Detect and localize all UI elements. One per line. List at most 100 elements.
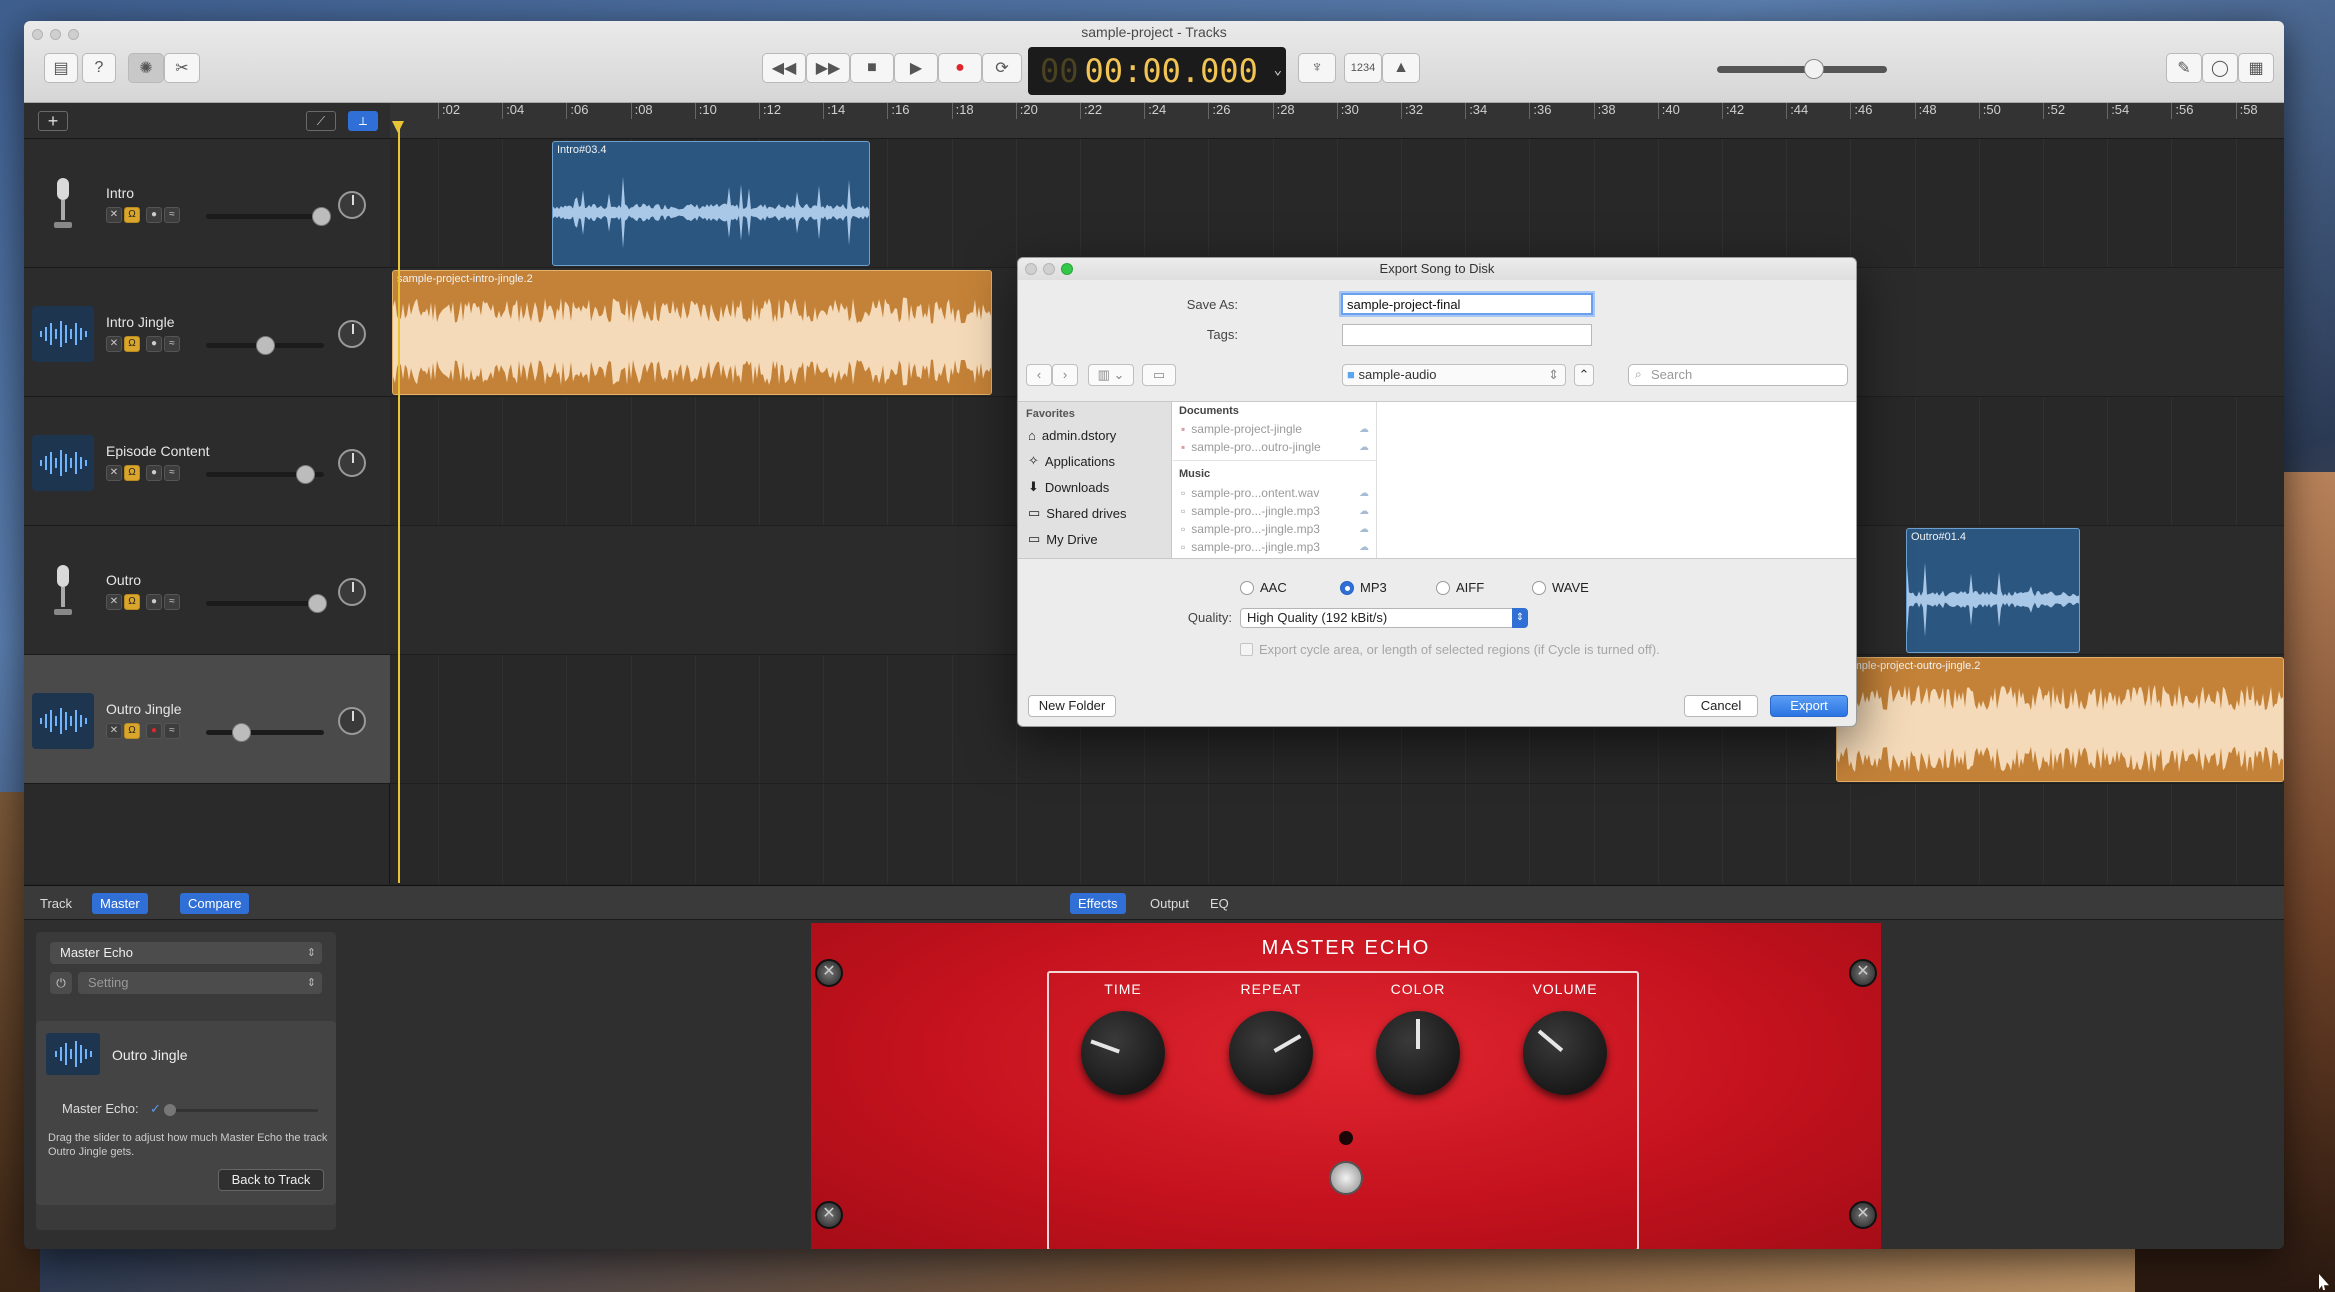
file-item[interactable]: ▫ sample-pro...ontent.wav ☁ — [1181, 486, 1371, 500]
flex-time-button[interactable]: ⟂ — [348, 111, 378, 131]
input-monitor-button[interactable]: ≈ — [164, 594, 180, 610]
tab-output[interactable]: Output — [1142, 893, 1197, 914]
preset-select[interactable]: Master Echo — [50, 942, 322, 964]
format-radio-aac[interactable]: AAC — [1240, 580, 1287, 595]
format-radio-aiff[interactable]: AIFF — [1436, 580, 1484, 595]
sidebar-item-my-drive[interactable]: ▭ My Drive — [1028, 528, 1098, 550]
solo-headphones-button[interactable]: Ω — [124, 594, 140, 610]
tab-track[interactable]: Track — [32, 893, 80, 914]
input-monitor-button[interactable]: ≈ — [164, 336, 180, 352]
play-button[interactable]: ▶ — [894, 53, 938, 83]
sidebar-item-downloads[interactable]: ⬇ Downloads — [1028, 476, 1109, 498]
new-folder-nav-button[interactable]: ▭ — [1142, 364, 1176, 386]
track-volume-slider[interactable] — [206, 601, 324, 606]
metronome-button[interactable]: ▲ — [1382, 53, 1420, 83]
dialog-zoom-button[interactable] — [1061, 263, 1073, 275]
checkmark-icon[interactable]: ✓ — [150, 1101, 161, 1117]
tab-master[interactable]: Master — [92, 893, 148, 914]
library-button[interactable]: ▤ — [44, 53, 78, 83]
export-button[interactable]: Export — [1770, 695, 1848, 717]
search-field[interactable]: Search — [1628, 364, 1848, 386]
setting-select[interactable]: Setting — [78, 972, 322, 994]
track-volume-slider[interactable] — [206, 730, 324, 735]
file-item[interactable]: ▪ sample-pro...outro-jingle ☁ — [1181, 440, 1371, 454]
pan-knob[interactable] — [338, 320, 366, 348]
format-radio-mp3[interactable]: MP3 — [1340, 580, 1387, 595]
solo-headphones-button[interactable]: Ω — [124, 207, 140, 223]
color-knob[interactable] — [1376, 1011, 1460, 1095]
solo-headphones-button[interactable]: Ω — [124, 723, 140, 739]
count-in-button[interactable]: 1234 — [1344, 53, 1382, 83]
tuner-button[interactable]: ♆ — [1298, 53, 1336, 83]
help-button[interactable]: ? — [82, 53, 116, 83]
track-header[interactable]: Outro Jingle ✕ Ω ● ≈ — [24, 655, 390, 784]
smart-controls-button[interactable]: ✺ — [128, 53, 164, 83]
pan-knob[interactable] — [338, 191, 366, 219]
master-volume-slider[interactable] — [1717, 66, 1887, 73]
track-volume-knob[interactable] — [256, 336, 275, 355]
dialog-close-button[interactable] — [1025, 263, 1037, 275]
pan-knob[interactable] — [338, 449, 366, 477]
timeline-ruler[interactable]: :02:04:06:08:10:12:14:16:18:20:22:24:26:… — [390, 103, 2284, 139]
volume-knob[interactable] — [1523, 1011, 1607, 1095]
region-outro-jingle[interactable]: sample-project-outro-jingle.2 — [1836, 657, 2284, 782]
file-item[interactable]: ▫ sample-pro...-jingle.mp3 ☁ — [1181, 522, 1371, 536]
playhead[interactable] — [398, 121, 400, 883]
record-enable-button[interactable]: ● — [146, 465, 162, 481]
media-browser-button[interactable]: ▦ — [2238, 53, 2274, 83]
bypass-switch[interactable] — [1329, 1161, 1363, 1195]
input-monitor-button[interactable]: ≈ — [164, 723, 180, 739]
master-volume-knob[interactable] — [1804, 59, 1824, 79]
format-radio-wave[interactable]: WAVE — [1532, 580, 1589, 595]
region-intro[interactable]: Intro#03.4 — [552, 141, 870, 266]
mute-button[interactable]: ✕ — [106, 465, 122, 481]
power-icon[interactable]: ⏻ — [50, 972, 72, 994]
dialog-minimize-button[interactable] — [1043, 263, 1055, 275]
region-intro-jingle[interactable]: sample-project-intro-jingle.2 — [392, 270, 992, 395]
record-enable-button[interactable]: ● — [146, 336, 162, 352]
input-monitor-button[interactable]: ≈ — [164, 207, 180, 223]
record-enable-button[interactable]: ● — [146, 723, 162, 739]
mute-button[interactable]: ✕ — [106, 336, 122, 352]
rewind-button[interactable]: ◀◀ — [762, 53, 806, 83]
expand-button[interactable]: ⌃ — [1574, 364, 1594, 386]
track-header[interactable]: Intro ✕ Ω ● ≈ — [24, 139, 390, 268]
file-item[interactable]: ▫ sample-pro...-jingle.mp3 ☁ — [1181, 540, 1371, 554]
fast-forward-button[interactable]: ▶▶ — [806, 53, 850, 83]
solo-headphones-button[interactable]: Ω — [124, 465, 140, 481]
input-monitor-button[interactable]: ≈ — [164, 465, 180, 481]
cancel-button[interactable]: Cancel — [1684, 695, 1758, 717]
automation-button[interactable]: ⟋ — [306, 111, 336, 131]
editors-button[interactable]: ✂ — [164, 53, 200, 83]
location-popup[interactable]: ■ sample-audio ⇕ — [1342, 364, 1566, 386]
export-cycle-checkbox[interactable]: Export cycle area, or length of selected… — [1240, 642, 1660, 657]
track-volume-knob[interactable] — [308, 594, 327, 613]
tab-compare[interactable]: Compare — [180, 893, 250, 914]
quality-select[interactable]: High Quality (192 kBit/s) ⇕ — [1240, 608, 1528, 628]
cycle-button[interactable]: ⟳ — [982, 53, 1022, 83]
solo-headphones-button[interactable]: Ω — [124, 336, 140, 352]
mute-button[interactable]: ✕ — [106, 207, 122, 223]
track-volume-slider[interactable] — [206, 214, 324, 219]
pan-knob[interactable] — [338, 707, 366, 735]
echo-send-slider[interactable] — [168, 1109, 318, 1112]
track-header[interactable]: Episode Content ✕ Ω ● ≈ — [24, 397, 390, 526]
back-nav-button[interactable]: ‹ — [1026, 364, 1052, 386]
time-knob[interactable] — [1081, 1011, 1165, 1095]
view-mode-button[interactable]: ▥ ⌄ — [1088, 364, 1134, 386]
forward-nav-button[interactable]: › — [1052, 364, 1078, 386]
track-header[interactable]: Intro Jingle ✕ Ω ● ≈ — [24, 268, 390, 397]
tags-field[interactable] — [1342, 324, 1592, 346]
file-item[interactable]: ▫ sample-pro...-jingle.mp3 ☁ — [1181, 504, 1371, 518]
track-volume-knob[interactable] — [312, 207, 331, 226]
mute-button[interactable]: ✕ — [106, 594, 122, 610]
pan-knob[interactable] — [338, 578, 366, 606]
track-header[interactable]: Outro ✕ Ω ● ≈ — [24, 526, 390, 655]
new-folder-button[interactable]: New Folder — [1028, 695, 1116, 717]
notepad-button[interactable]: ✎ — [2166, 53, 2202, 83]
echo-send-knob[interactable] — [164, 1104, 176, 1116]
record-enable-button[interactable]: ● — [146, 594, 162, 610]
stop-button[interactable]: ■ — [850, 53, 894, 83]
record-enable-button[interactable]: ● — [146, 207, 162, 223]
loop-browser-button[interactable]: ◯ — [2202, 53, 2238, 83]
